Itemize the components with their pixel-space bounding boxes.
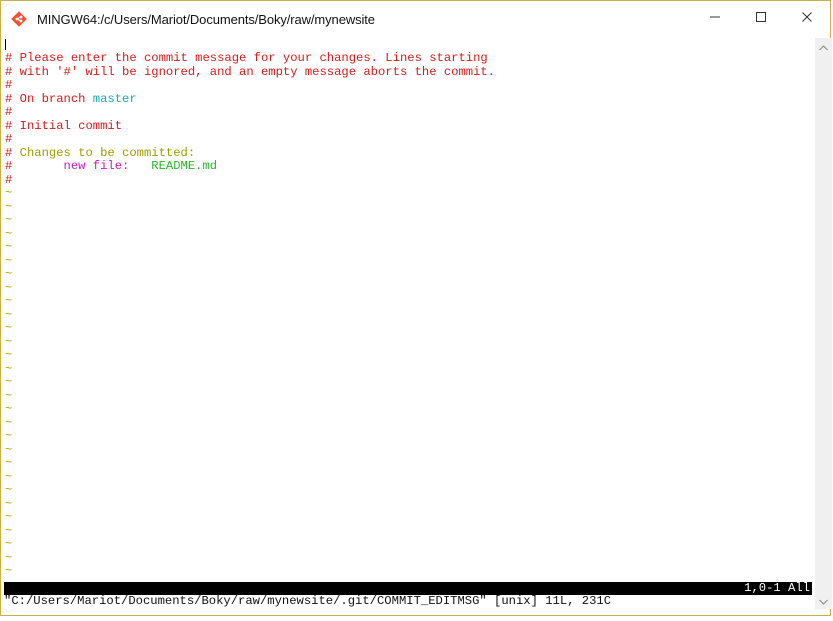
editor-text-segment: new file: xyxy=(12,159,152,173)
maximize-icon xyxy=(755,10,767,28)
empty-line-tilde: ~ xyxy=(5,483,13,497)
editor-line: # with '#' will be ignored, and an empty… xyxy=(5,64,496,79)
editor-text-segment: # xyxy=(5,132,13,146)
text-cursor xyxy=(5,39,6,50)
scroll-down-button[interactable] xyxy=(815,592,832,609)
editor-line: # xyxy=(5,79,12,92)
status-cursor-position: 1,0-1 All xyxy=(744,581,810,595)
minimize-button[interactable] xyxy=(692,1,738,37)
editor-line: # On branch master xyxy=(5,91,137,106)
vim-command-line: "C:/Users/Mariot/Documents/Boky/raw/myne… xyxy=(4,594,612,608)
editor-line: # Changes to be committed: xyxy=(5,145,196,160)
empty-line-tilde: ~ xyxy=(5,253,13,268)
editor-line: # new file: README.md xyxy=(5,160,217,173)
empty-line-tilde: ~ xyxy=(5,240,13,254)
maximize-button[interactable] xyxy=(738,1,784,37)
close-button[interactable] xyxy=(784,1,830,37)
close-icon xyxy=(801,10,813,28)
scroll-up-button[interactable] xyxy=(815,38,832,55)
editor-line: # Initial commit xyxy=(5,118,123,133)
editor-text-segment: Changes to be committed: xyxy=(19,145,196,160)
window-title: MINGW64:/c/Users/Mariot/Documents/Boky/r… xyxy=(37,11,375,27)
empty-line-tilde: ~ xyxy=(5,280,13,295)
git-diamond-icon xyxy=(11,9,31,29)
editor-line: # xyxy=(5,172,13,187)
editor-text-segment: README.md xyxy=(151,159,218,173)
empty-line-tilde: ~ xyxy=(5,456,13,470)
empty-line-tilde: ~ xyxy=(5,226,13,241)
editor-line: # Please enter the commit message for yo… xyxy=(5,52,488,65)
empty-line-tilde: ~ xyxy=(5,321,13,335)
empty-line-tilde: ~ xyxy=(5,537,13,551)
minimize-icon xyxy=(709,10,721,28)
empty-line-tilde: ~ xyxy=(5,334,13,349)
empty-line-tilde: ~ xyxy=(5,375,13,389)
empty-line-tilde: ~ xyxy=(5,307,13,322)
empty-line-tilde: ~ xyxy=(5,442,13,457)
title-bar[interactable]: MINGW64:/c/Users/Mariot/Documents/Boky/r… xyxy=(1,1,830,37)
empty-line-tilde: ~ xyxy=(5,510,13,524)
vim-editor-area[interactable]: # Please enter the commit message for yo… xyxy=(4,38,812,609)
empty-line-tilde: ~ xyxy=(5,361,13,376)
editor-text-segment: master xyxy=(92,91,137,106)
editor-text-segment: # Please enter the commit message for yo… xyxy=(5,51,488,65)
empty-line-tilde: ~ xyxy=(5,348,13,362)
empty-line-tilde: ~ xyxy=(5,186,13,200)
empty-line-tilde: ~ xyxy=(5,523,13,538)
editor-line: # xyxy=(5,133,12,146)
empty-line-tilde: ~ xyxy=(5,213,13,227)
editor-text-segment: # Initial commit xyxy=(5,118,123,133)
empty-line-tilde: ~ xyxy=(5,415,13,430)
editor-text-segment: # xyxy=(5,145,20,160)
editor-text-segment: # xyxy=(5,78,13,92)
empty-line-tilde: ~ xyxy=(5,199,13,214)
empty-line-tilde: ~ xyxy=(5,469,13,484)
empty-line-tilde: ~ xyxy=(5,402,13,416)
vertical-scrollbar[interactable] xyxy=(815,38,832,609)
empty-line-tilde: ~ xyxy=(5,550,13,565)
editor-text-segment: # On branch xyxy=(5,91,93,106)
editor-text-segment: # xyxy=(5,172,13,187)
empty-line-tilde: ~ xyxy=(5,294,13,308)
editor-text-segment: # with '#' will be ignored, and an empty… xyxy=(5,64,496,79)
empty-line-tilde: ~ xyxy=(5,267,13,281)
editor-line: # xyxy=(5,106,12,119)
editor-text-segment: # xyxy=(5,105,13,119)
chevron-up-icon xyxy=(819,38,828,56)
empty-line-tilde: ~ xyxy=(5,564,13,578)
empty-line-tilde: ~ xyxy=(5,429,13,443)
empty-line-tilde: ~ xyxy=(5,388,13,403)
empty-line-tilde: ~ xyxy=(5,496,13,511)
window-controls xyxy=(692,1,830,37)
chevron-down-icon xyxy=(819,592,828,610)
